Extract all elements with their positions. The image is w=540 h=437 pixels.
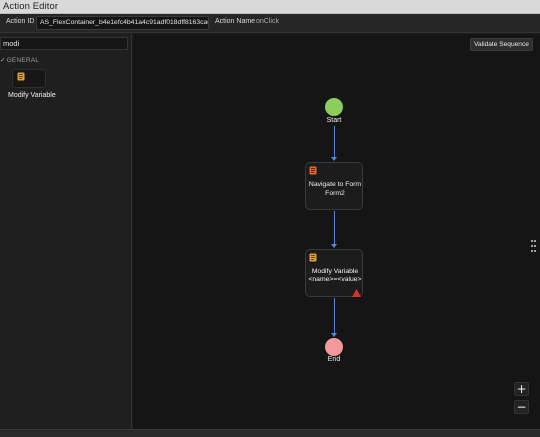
node-subtitle: <name>=<value>: [308, 276, 362, 283]
search-input[interactable]: [0, 37, 128, 50]
action-name-value[interactable]: onClick: [256, 18, 279, 25]
palette-item-label: Modify Variable: [8, 92, 56, 99]
arrow-head-icon: [331, 333, 337, 337]
zoom-out-button[interactable]: −: [514, 400, 529, 414]
modify-variable-icon: [309, 253, 317, 262]
connector-edge: [334, 211, 335, 245]
node-title: Navigate to Form: [308, 181, 362, 188]
flow-canvas[interactable]: Validate Sequence Start Navigate to Form…: [133, 34, 540, 429]
navigate-form-icon: [309, 166, 317, 175]
arrow-head-icon: [331, 157, 337, 161]
zoom-in-button[interactable]: +: [514, 382, 529, 396]
chevron-down-icon: ✓: [0, 57, 6, 64]
title-bar: Action Editor: [0, 0, 540, 14]
end-node[interactable]: [325, 338, 343, 356]
action-id-label: Action ID: [6, 18, 35, 25]
palette-item-modify-variable[interactable]: [12, 69, 46, 88]
node-subtitle: Form2: [325, 190, 345, 197]
action-name-label: Action Name: [215, 18, 256, 25]
window-title: Action Editor: [3, 1, 59, 12]
end-label: End: [327, 356, 341, 363]
action-palette: ✓GENERAL Modify Variable: [0, 34, 132, 429]
connector-edge: [334, 126, 335, 158]
arrow-head-icon: [331, 244, 337, 248]
action-header: Action ID AS_FlexContainer_b4e1efc4b41a4…: [0, 14, 540, 33]
panel-resize-handle[interactable]: [531, 240, 537, 252]
navigate-to-form-node[interactable]: Navigate to Form Form2: [305, 162, 363, 210]
action-id-field[interactable]: AS_FlexContainer_b4e1efc4b41a4c91adf018d…: [36, 16, 209, 30]
warning-icon[interactable]: [352, 289, 361, 297]
modify-variable-icon: [17, 72, 25, 81]
connector-edge: [334, 298, 335, 334]
validate-sequence-button[interactable]: Validate Sequence: [470, 38, 533, 51]
start-node[interactable]: [325, 98, 343, 116]
group-general[interactable]: ✓GENERAL: [0, 56, 39, 64]
modify-variable-node[interactable]: Modify Variable <name>=<value>: [305, 249, 363, 297]
bottom-scrollbar[interactable]: [0, 429, 540, 437]
start-label: Start: [326, 117, 342, 124]
